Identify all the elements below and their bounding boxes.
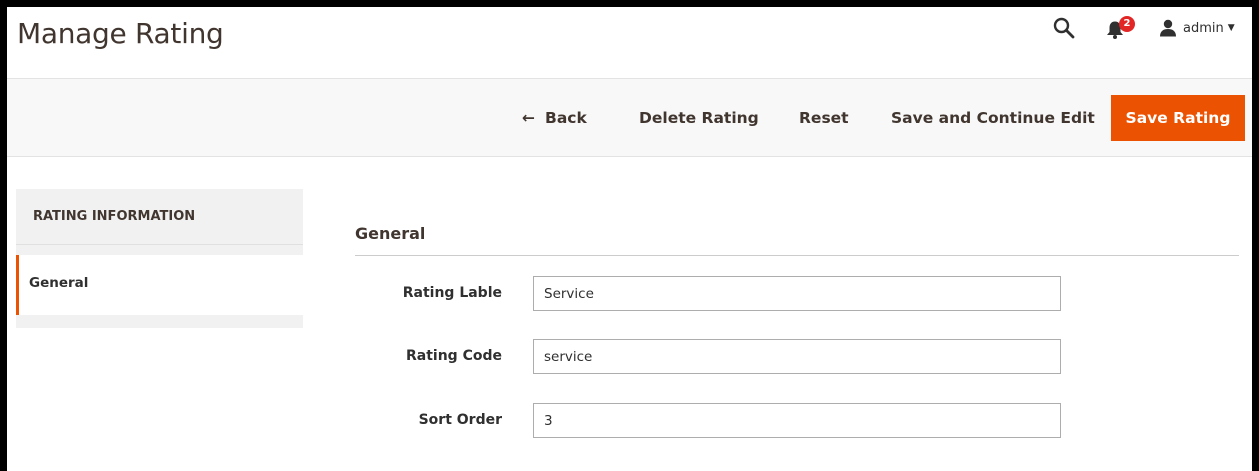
sidebar-item-label: General: [29, 275, 89, 291]
arrow-left-icon: ←: [522, 109, 535, 127]
sidebar-item-general[interactable]: General: [16, 255, 303, 315]
back-label: Back: [545, 109, 587, 127]
back-button[interactable]: ← Back: [522, 101, 587, 135]
rating-label-label: Rating Lable: [402, 285, 502, 301]
rating-label-input[interactable]: [533, 276, 1061, 311]
notification-badge: 2: [1119, 16, 1135, 32]
save-rating-button[interactable]: Save Rating: [1111, 95, 1245, 141]
sidebar-heading: RATING INFORMATION: [16, 189, 303, 245]
page-title: Manage Rating: [17, 17, 224, 50]
section-divider: [355, 255, 1239, 256]
user-menu[interactable]: admin ▼: [1159, 18, 1235, 38]
sort-order-label: Sort Order: [418, 412, 502, 428]
save-and-continue-button[interactable]: Save and Continue Edit: [891, 101, 1095, 135]
reset-button[interactable]: Reset: [799, 101, 849, 135]
admin-page: Manage Rating 2 admin ▼ ← Back Delete Ra…: [7, 7, 1252, 471]
rating-code-input[interactable]: [533, 339, 1061, 374]
rating-code-label: Rating Code: [406, 348, 502, 364]
page-actions-bar: ← Back Delete Rating Reset Save and Conti…: [7, 78, 1252, 157]
delete-rating-button[interactable]: Delete Rating: [639, 101, 759, 135]
sort-order-input[interactable]: [533, 403, 1061, 438]
page-header: Manage Rating 2 admin ▼: [7, 7, 1252, 78]
search-icon[interactable]: [1053, 17, 1075, 39]
section-title: General: [355, 224, 426, 243]
notifications-button[interactable]: 2: [1105, 16, 1135, 40]
user-icon: [1160, 19, 1176, 37]
caret-down-icon: ▼: [1227, 23, 1235, 33]
user-name: admin: [1183, 20, 1224, 36]
sidebar-tabs: RATING INFORMATION General: [16, 189, 303, 328]
